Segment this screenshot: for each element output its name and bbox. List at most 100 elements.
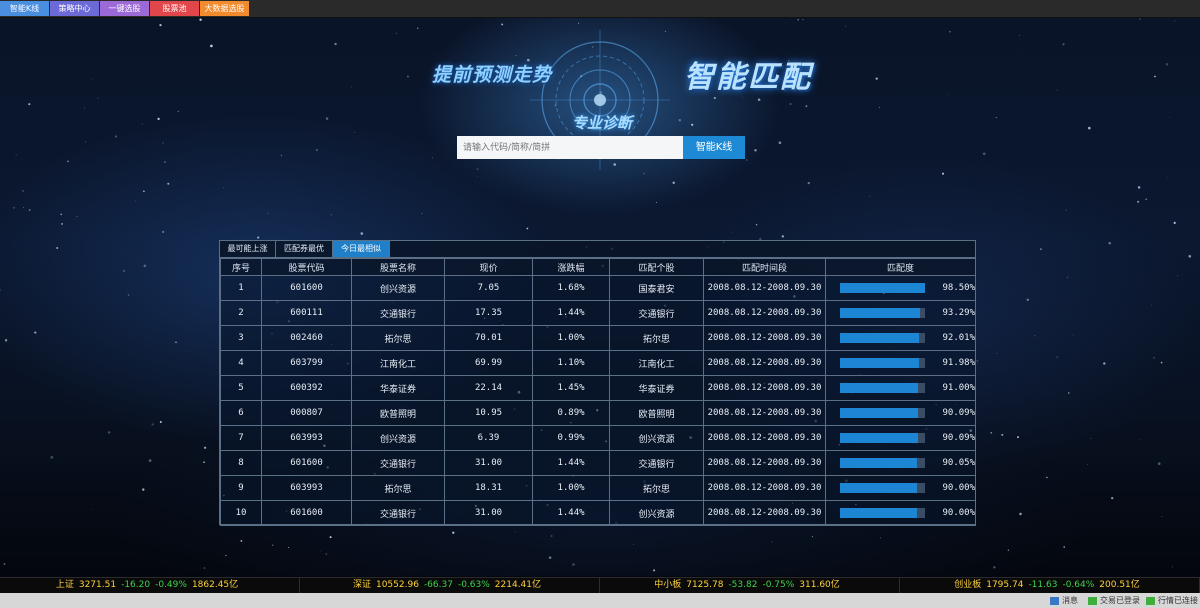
cell-match-stock: 创兴资源 <box>609 425 704 451</box>
score-value: 90.09% <box>942 433 975 443</box>
score-value: 90.00% <box>942 483 975 493</box>
cell-period: 2008.08.12-2008.09.30 <box>703 300 826 326</box>
score-bar-wrap: 90.09% <box>827 408 975 418</box>
star-dot <box>203 567 206 569</box>
score-bar-wrap: 93.29% <box>827 308 975 318</box>
star-dot <box>1026 298 1029 301</box>
star-dot <box>151 423 154 426</box>
star-dot <box>61 223 63 225</box>
cell-change: 1.45% <box>532 375 610 401</box>
score-bar-wrap: 98.50% <box>827 283 975 293</box>
smart-kline-button[interactable]: 智能K线 <box>683 136 745 159</box>
star-dot <box>1108 241 1111 245</box>
cell-index: 1 <box>220 275 262 301</box>
col-header-name: 股票名称 <box>351 258 445 276</box>
cell-index: 8 <box>220 450 262 476</box>
star-dot <box>548 556 552 559</box>
star-dot <box>514 531 516 533</box>
status-trade[interactable]: 交易已登录 <box>1088 593 1140 608</box>
star-dot <box>353 574 354 576</box>
star-dot <box>1188 254 1192 258</box>
table-row[interactable]: 4 603799 江南化工 69.99 1.10% 江南化工 2008.08.12-2008… <box>220 350 976 376</box>
table-row[interactable]: 6 000807 欧普照明 10.95 0.89% 欧普照明 2008.08.12-2008… <box>220 400 976 426</box>
tab-one-click-pick[interactable]: 一键选股 <box>100 1 149 16</box>
star-dot <box>175 341 177 344</box>
score-bar-track <box>840 358 926 368</box>
cell-score: 90.09% <box>825 425 976 451</box>
tab-bigdata-pick[interactable]: 大数据选股 <box>200 1 249 16</box>
cell-period: 2008.08.12-2008.09.30 <box>703 325 826 351</box>
star-dot <box>526 227 529 230</box>
star-dot <box>186 351 187 353</box>
ticker-chinext[interactable]: 创业板 1795.74 -11.63 -0.64% 200.51亿 <box>900 578 1200 593</box>
score-value: 90.09% <box>942 408 975 418</box>
cell-code: 603799 <box>261 350 352 376</box>
tab-most-similar-today[interactable]: 今日最相似 <box>333 241 390 257</box>
cell-code: 601600 <box>261 275 352 301</box>
star-dot <box>4 339 8 342</box>
ticker-index-name: 深证 <box>352 580 371 590</box>
cell-match-stock: 交通银行 <box>609 450 704 476</box>
score-bar-track <box>840 283 926 293</box>
table-row[interactable]: 8 601600 交通银行 31.00 1.44% 交通银行 2008.08.12-2008… <box>220 450 976 476</box>
score-bar-fill <box>840 483 918 493</box>
cell-score: 91.98% <box>825 350 976 376</box>
table-row[interactable]: 5 600392 华泰证券 22.14 1.45% 华泰证券 2008.08.12-2008… <box>220 375 976 401</box>
hero-slogan-center: 专业诊断 <box>572 114 633 132</box>
ticker-shenzhen[interactable]: 深证 10552.96 -66.37 -0.63% 2214.41亿 <box>300 578 600 593</box>
score-bar-wrap: 92.01% <box>827 333 975 343</box>
score-bar-track <box>840 333 926 343</box>
ticker-index-chg: -66.37 <box>423 580 453 590</box>
star-dot <box>272 544 274 546</box>
tab-stock-pool[interactable]: 股票池 <box>150 1 199 16</box>
trade-status-icon <box>1088 596 1097 605</box>
ticker-sme-board[interactable]: 中小板 7125.78 -53.82 -0.75% 311.60亿 <box>600 578 900 593</box>
status-quote[interactable]: 行情已连接 <box>1146 593 1198 608</box>
star-dot <box>142 488 145 491</box>
star-dot <box>1090 437 1092 439</box>
star-dot <box>1173 221 1176 224</box>
star-dot <box>0 289 1 291</box>
cell-index: 3 <box>220 325 262 351</box>
star-dot <box>122 269 126 273</box>
status-message[interactable]: 消息 <box>1050 593 1078 608</box>
cell-price: 31.00 <box>444 500 533 526</box>
tab-strategy-center[interactable]: 策略中心 <box>50 1 99 16</box>
stock-search-input[interactable] <box>457 136 683 159</box>
star-dot <box>993 566 996 569</box>
cell-price: 6.39 <box>444 425 533 451</box>
star-dot <box>1007 549 1010 552</box>
star-dot <box>572 563 575 566</box>
score-bar-wrap: 90.09% <box>827 433 975 443</box>
star-dot <box>1087 464 1088 466</box>
col-header-period: 匹配时间段 <box>703 258 826 276</box>
cell-index: 10 <box>220 500 262 526</box>
star-dot <box>203 461 206 464</box>
table-row[interactable]: 9 603993 拓尔思 18.31 1.00% 拓尔思 2008.08.12-2008.0… <box>220 475 976 501</box>
table-row[interactable]: 1 601600 创兴资源 7.05 1.68% 国泰君安 2008.08.12-2008.… <box>220 275 976 301</box>
cell-name: 交通银行 <box>351 300 445 326</box>
table-row[interactable]: 3 002460 拓尔思 70.01 1.00% 拓尔思 2008.08.12-2008.0… <box>220 325 976 351</box>
ticker-shanghai[interactable]: 上证 3271.51 -16.20 -0.49% 1862.45亿 <box>0 578 300 593</box>
star-dot <box>50 456 54 459</box>
star-dot <box>203 446 207 449</box>
tab-best-match[interactable]: 匹配券最优 <box>276 241 333 257</box>
cell-index: 7 <box>220 425 262 451</box>
cell-name: 创兴资源 <box>351 425 445 451</box>
tab-smart-kline[interactable]: 智能K线 <box>0 1 49 16</box>
cell-score: 92.01% <box>825 325 976 351</box>
star-dot <box>1160 361 1163 364</box>
table-row[interactable]: 10 601600 交通银行 31.00 1.44% 创兴资源 2008.08.12-200… <box>220 500 976 526</box>
cell-code: 603993 <box>261 425 352 451</box>
table-row[interactable]: 2 600111 交通银行 17.35 1.44% 交通银行 2008.08.12-2008… <box>220 300 976 326</box>
ticker-index-value: 10552.96 <box>375 580 419 590</box>
score-bar-track <box>840 433 926 443</box>
tab-most-likely-rise[interactable]: 最可能上涨 <box>220 241 276 257</box>
cell-index: 9 <box>220 475 262 501</box>
cell-score: 91.00% <box>825 375 976 401</box>
table-row[interactable]: 7 603993 创兴资源 6.39 0.99% 创兴资源 2008.08.12-2008.… <box>220 425 976 451</box>
star-dot <box>1063 546 1065 548</box>
cell-change: 0.99% <box>532 425 610 451</box>
cell-change: 1.44% <box>532 500 610 526</box>
cell-match-stock: 国泰君安 <box>609 275 704 301</box>
